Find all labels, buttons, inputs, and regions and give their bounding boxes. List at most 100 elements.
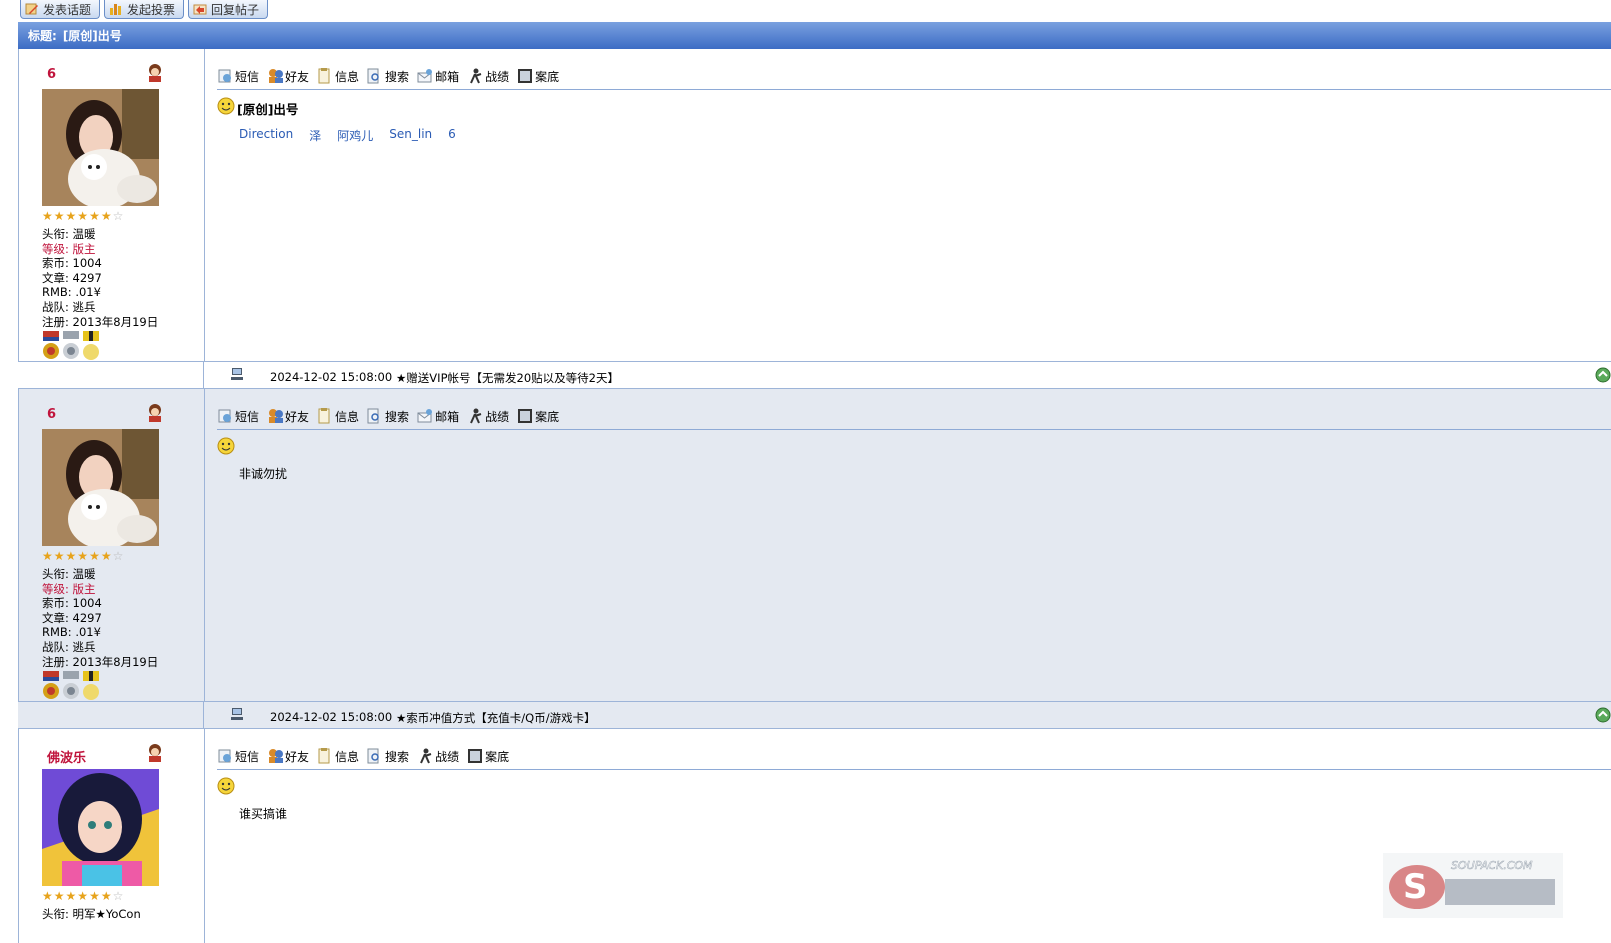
user-title: 头衔: 温暖 <box>42 227 96 241</box>
sms-icon <box>217 408 233 424</box>
toolbar-case[interactable]: 案底 <box>467 748 509 765</box>
ip-computer-icon[interactable] <box>230 367 244 381</box>
back-to-top-icon[interactable] <box>1595 367 1611 383</box>
toolbar-case[interactable]: 案底 <box>517 68 559 85</box>
toolbar-case-label: 案底 <box>535 69 560 84</box>
medal-icon <box>62 671 80 701</box>
toolbar-record[interactable]: 战绩 <box>417 748 459 765</box>
post-date: 2024-12-02 15:08:00 <box>270 710 393 724</box>
toolbar-mail[interactable]: 邮箱 <box>417 408 459 425</box>
user-team: 战队: 逃兵 <box>42 639 96 654</box>
toolbar-info-label: 信息 <box>335 409 360 424</box>
toolbar-record[interactable]: 战绩 <box>467 408 509 425</box>
reply-button[interactable]: 回复帖子 <box>188 0 269 19</box>
user-team: 战队: 逃兵 <box>42 299 96 314</box>
post-link[interactable]: 泽 <box>309 127 321 144</box>
star-icon: ★ <box>77 889 89 903</box>
toolbar-case-label: 案底 <box>535 409 560 424</box>
case-icon <box>467 748 483 764</box>
post-signature-note[interactable]: ★索币冲值方式【充值卡/Q币/游戏卡】 <box>396 710 596 726</box>
star-icon: ★ <box>65 889 77 903</box>
back-to-top-icon[interactable] <box>1595 707 1611 723</box>
rating-stars: ★ ★ ★ ★ ★ ★ ☆ <box>42 550 123 563</box>
new-poll-button[interactable]: 发起投票 <box>104 0 185 19</box>
thread-title-label: 标题: <box>28 29 57 43</box>
toolbar-search[interactable]: 搜索 <box>367 748 409 765</box>
mail-icon <box>417 68 433 84</box>
username[interactable]: 6 <box>47 67 56 82</box>
toolbar-friend-label: 好友 <box>285 69 310 84</box>
toolbar-search[interactable]: 搜索 <box>367 68 409 85</box>
post-title: [原创]出号 <box>237 102 299 117</box>
star-empty-icon: ☆ <box>112 209 124 223</box>
medal-icon <box>62 331 80 361</box>
info-icon <box>317 748 333 764</box>
new-topic-button[interactable]: 发表话题 <box>20 0 101 19</box>
star-empty-icon: ☆ <box>112 889 124 903</box>
pencil-icon <box>25 2 39 16</box>
friends-icon <box>267 748 284 764</box>
post-link[interactable]: 6 <box>448 127 456 144</box>
toolbar-record[interactable]: 战绩 <box>467 68 509 85</box>
user-registered: 注册: 2013年8月19日 <box>42 314 159 329</box>
rating-stars: ★ ★ ★ ★ ★ ★ ☆ <box>42 890 123 903</box>
toolbar-info-label: 信息 <box>335 69 360 84</box>
star-icon: ★ <box>77 209 89 223</box>
thread-title: [原创]出号 <box>62 29 122 43</box>
post-link[interactable]: Sen_lin <box>389 127 432 144</box>
user-rmb: RMB: .01¥ <box>42 285 101 300</box>
post-links: Direction 泽 阿鸡儿 Sen_lin 6 <box>239 127 462 144</box>
chart-icon <box>109 2 123 16</box>
user-toolbar: 短信 好友 信息 搜索 邮箱 战绩 案底 <box>217 63 1611 90</box>
star-icon: ★ <box>53 549 65 563</box>
toolbar-friend[interactable]: 好友 <box>267 748 309 765</box>
post-1: 6 ★ ★ ★ ★ ★ ★ ☆ 头衔: 温暖 等级: 版主 索币: 1004 文章: 429… <box>18 49 1611 361</box>
user-posts: 文章: 4297 <box>42 610 102 625</box>
toolbar-search-label: 搜索 <box>385 749 410 764</box>
site-watermark-logo: S SOUPACK.COM <box>1383 853 1563 918</box>
avatar[interactable] <box>42 89 159 206</box>
username[interactable]: 6 <box>47 407 56 422</box>
star-icon: ★ <box>77 549 89 563</box>
post-date: 2024-12-02 15:08:00 <box>270 370 393 384</box>
post-1-author-panel: 6 ★ ★ ★ ★ ★ ★ ☆ 头衔: 温暖 等级: 版主 索币: 1004 文章: 429… <box>19 49 205 361</box>
svg-text:S: S <box>1403 867 1428 907</box>
gender-icon <box>143 61 167 83</box>
star-icon: ★ <box>100 549 112 563</box>
toolbar-mail[interactable]: 邮箱 <box>417 68 459 85</box>
user-info: 头衔: 温暖 等级: 版主 索币: 1004 文章: 4297 RMB: .01… <box>42 227 158 329</box>
toolbar-info[interactable]: 信息 <box>317 68 359 85</box>
avatar[interactable] <box>42 429 159 546</box>
toolbar-friend[interactable]: 好友 <box>267 408 309 425</box>
post-2-author-panel: 6 ★ ★ ★ ★ ★ ★ ☆ 头衔: 温暖 等级: 版主 索币: 1004 文章: 429… <box>19 389 205 701</box>
ip-computer-icon[interactable] <box>230 707 244 721</box>
user-info: 头衔: 温暖 等级: 版主 索币: 1004 文章: 4297 RMB: .01… <box>42 567 158 669</box>
info-icon <box>317 68 333 84</box>
username[interactable]: 佛波乐 <box>47 747 86 766</box>
toolbar-case[interactable]: 案底 <box>517 408 559 425</box>
post-link[interactable]: 阿鸡儿 <box>337 127 373 144</box>
post-link[interactable]: Direction <box>239 127 293 144</box>
toolbar-search[interactable]: 搜索 <box>367 408 409 425</box>
toolbar-sms[interactable]: 短信 <box>217 748 259 765</box>
toolbar-friend-label: 好友 <box>285 409 310 424</box>
post-signature-note[interactable]: ★赠送VIP帐号【无需发20贴以及等待2天】 <box>396 370 619 386</box>
medal-row <box>42 331 100 361</box>
search-icon <box>367 748 383 764</box>
toolbar-info[interactable]: 信息 <box>317 748 359 765</box>
toolbar-sms[interactable]: 短信 <box>217 68 259 85</box>
post-body: 非诚勿扰 <box>239 467 288 481</box>
medal-row <box>42 671 100 701</box>
toolbar-info[interactable]: 信息 <box>317 408 359 425</box>
star-icon: ★ <box>65 209 77 223</box>
medal-icon <box>82 671 100 701</box>
star-empty-icon: ☆ <box>112 549 124 563</box>
toolbar-sms[interactable]: 短信 <box>217 408 259 425</box>
medal-icon <box>42 331 60 361</box>
thread-title-bar: 标题: [原创]出号 <box>18 22 1611 49</box>
search-icon <box>367 408 383 424</box>
user-toolbar: 短信 好友 信息 搜索 战绩 案底 <box>217 743 1611 770</box>
avatar[interactable] <box>42 769 159 886</box>
toolbar-friend[interactable]: 好友 <box>267 68 309 85</box>
reply-icon <box>193 2 207 16</box>
